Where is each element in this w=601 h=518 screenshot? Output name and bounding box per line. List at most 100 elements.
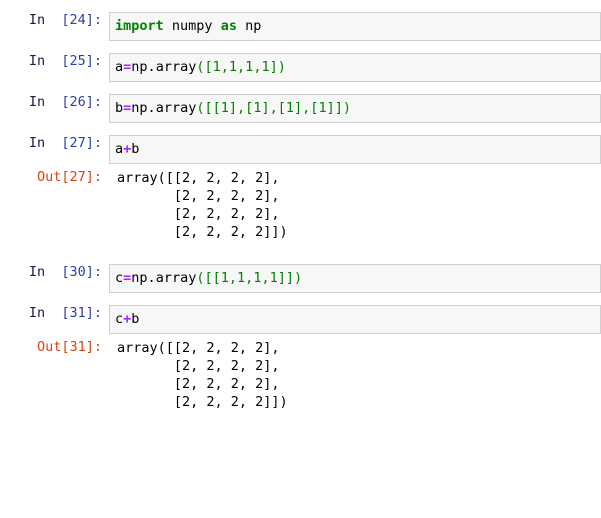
code-token-punc: [ xyxy=(277,100,286,116)
input-prompt[interactable]: In [30]: xyxy=(0,264,109,281)
input-prompt-label: In xyxy=(28,12,46,28)
code-token-punc: [ xyxy=(204,100,213,116)
output-text: array([[2, 2, 2, 2], [2, 2, 2, 2], [2, 2… xyxy=(117,340,288,410)
code-token-punc: ] xyxy=(334,100,343,116)
code-token-punc: , xyxy=(261,270,270,286)
input-prompt[interactable]: In [25]: xyxy=(0,53,109,70)
code-token-punc: ) xyxy=(294,270,303,286)
code-token-name: np xyxy=(245,18,262,34)
code-token-kw: as xyxy=(220,18,237,34)
cell-spacer xyxy=(0,82,601,94)
code-token-num: 1 xyxy=(237,270,246,286)
cell-spacer xyxy=(0,241,601,264)
code-token-punc: , xyxy=(220,59,229,75)
input-prompt-number: [27]: xyxy=(61,135,102,151)
input-prompt-number: [31]: xyxy=(61,305,102,321)
code-token-punc: ) xyxy=(277,59,286,75)
code-token-kw: import xyxy=(115,18,164,34)
notebook-container: In [24]: import numpy as np In [25]: a=np.a… xyxy=(0,0,601,518)
input-prompt-label: In xyxy=(28,305,46,321)
code-input-editor[interactable]: a+b xyxy=(109,135,601,164)
code-token-punc: ] xyxy=(277,270,286,286)
code-input-editor[interactable]: c+b xyxy=(109,305,601,334)
code-token-num: 1 xyxy=(228,59,238,75)
code-token-ws xyxy=(164,18,172,34)
output-prompt: Out[27]: xyxy=(0,169,109,186)
code-cell: In [25]: a=np.array([1,1,1,1]) xyxy=(0,53,601,82)
notebook-cell-list: In [24]: import numpy as np In [25]: a=np.a… xyxy=(0,12,601,411)
code-cell-output: Out[31]: array([[2, 2, 2, 2], [2, 2, 2, 2… xyxy=(0,339,601,411)
code-token-name: a xyxy=(115,141,124,157)
code-token-punc: ] xyxy=(269,59,278,75)
code-token-num: 1 xyxy=(261,59,270,75)
code-token-ws xyxy=(213,18,221,34)
code-token-punc: ] xyxy=(261,100,270,116)
code-input-editor[interactable]: c=np.array([[1,1,1,1]]) xyxy=(109,264,601,293)
code-token-punc: [ xyxy=(212,100,221,116)
code-token-num: 1 xyxy=(269,270,278,286)
output-prompt-number: [27]: xyxy=(61,169,102,185)
code-token-name: c xyxy=(115,311,124,327)
input-prompt-number: [26]: xyxy=(61,94,102,110)
input-prompt[interactable]: In [27]: xyxy=(0,135,109,152)
output-prompt-number: [31]: xyxy=(61,339,102,355)
code-token-name: b xyxy=(131,311,140,327)
input-prompt[interactable]: In [26]: xyxy=(0,94,109,111)
code-token-punc: [ xyxy=(204,59,213,75)
code-cell: In [27]: a+b xyxy=(0,135,601,164)
input-prompt-number: [30]: xyxy=(61,264,102,280)
input-prompt-number: [24]: xyxy=(61,12,102,28)
code-token-name: numpy xyxy=(171,18,213,34)
code-token-punc: [ xyxy=(212,270,221,286)
code-token-punc: , xyxy=(237,59,246,75)
input-prompt[interactable]: In [24]: xyxy=(0,12,109,29)
input-prompt-number: [25]: xyxy=(61,53,102,69)
input-prompt-label: In xyxy=(28,94,46,110)
code-token-num: 1 xyxy=(318,100,327,116)
code-token-punc: ) xyxy=(342,100,351,116)
code-token-num: 1 xyxy=(220,270,229,286)
input-prompt-label: In xyxy=(28,264,46,280)
top-spacer xyxy=(0,0,601,12)
code-input-editor[interactable]: import numpy as np xyxy=(109,12,601,41)
code-cell: In [26]: b=np.array([[1],[1],[1],[1]]) xyxy=(0,94,601,123)
code-token-name: b xyxy=(131,141,140,157)
code-cell: In [31]: c+b xyxy=(0,305,601,334)
code-token-num: 1 xyxy=(212,59,221,75)
cell-spacer xyxy=(0,293,601,305)
code-token-punc: , xyxy=(237,100,246,116)
code-cell: In [24]: import numpy as np xyxy=(0,12,601,41)
code-token-name: . xyxy=(147,59,156,75)
code-token-name: array xyxy=(155,270,197,286)
code-token-name: . xyxy=(147,100,156,116)
code-token-punc: [ xyxy=(204,270,213,286)
code-token-punc: , xyxy=(228,270,238,286)
code-cell-output: Out[27]: array([[2, 2, 2, 2], [2, 2, 2, 2… xyxy=(0,169,601,241)
code-cell: In [30]: c=np.array([[1,1,1,1]]) xyxy=(0,264,601,293)
code-token-num: 1 xyxy=(285,100,295,116)
code-token-punc: ] xyxy=(294,100,303,116)
input-prompt-label: In xyxy=(28,53,46,69)
code-token-name: b xyxy=(115,100,124,116)
code-token-name: np xyxy=(131,270,148,286)
code-input-editor[interactable]: a=np.array([1,1,1,1]) xyxy=(109,53,601,82)
code-token-name: c xyxy=(115,270,124,286)
output-prompt: Out[31]: xyxy=(0,339,109,356)
output-prompt-label: Out xyxy=(36,339,62,355)
input-prompt-label: In xyxy=(28,135,46,151)
code-token-punc: , xyxy=(269,100,278,116)
code-token-name: np xyxy=(131,59,148,75)
code-input-editor[interactable]: b=np.array([[1],[1],[1],[1]]) xyxy=(109,94,601,123)
code-token-num: 1 xyxy=(220,100,229,116)
code-token-punc: ] xyxy=(228,100,238,116)
code-token-ws xyxy=(237,18,245,34)
cell-spacer xyxy=(0,41,601,53)
output-text: array([[2, 2, 2, 2], [2, 2, 2, 2], [2, 2… xyxy=(117,170,288,240)
input-prompt[interactable]: In [31]: xyxy=(0,305,109,322)
code-token-name: np xyxy=(131,100,148,116)
code-token-punc: ] xyxy=(285,270,295,286)
cell-spacer xyxy=(0,123,601,135)
code-token-name: array xyxy=(155,59,197,75)
code-token-name: array xyxy=(155,100,197,116)
code-token-name: a xyxy=(115,59,124,75)
